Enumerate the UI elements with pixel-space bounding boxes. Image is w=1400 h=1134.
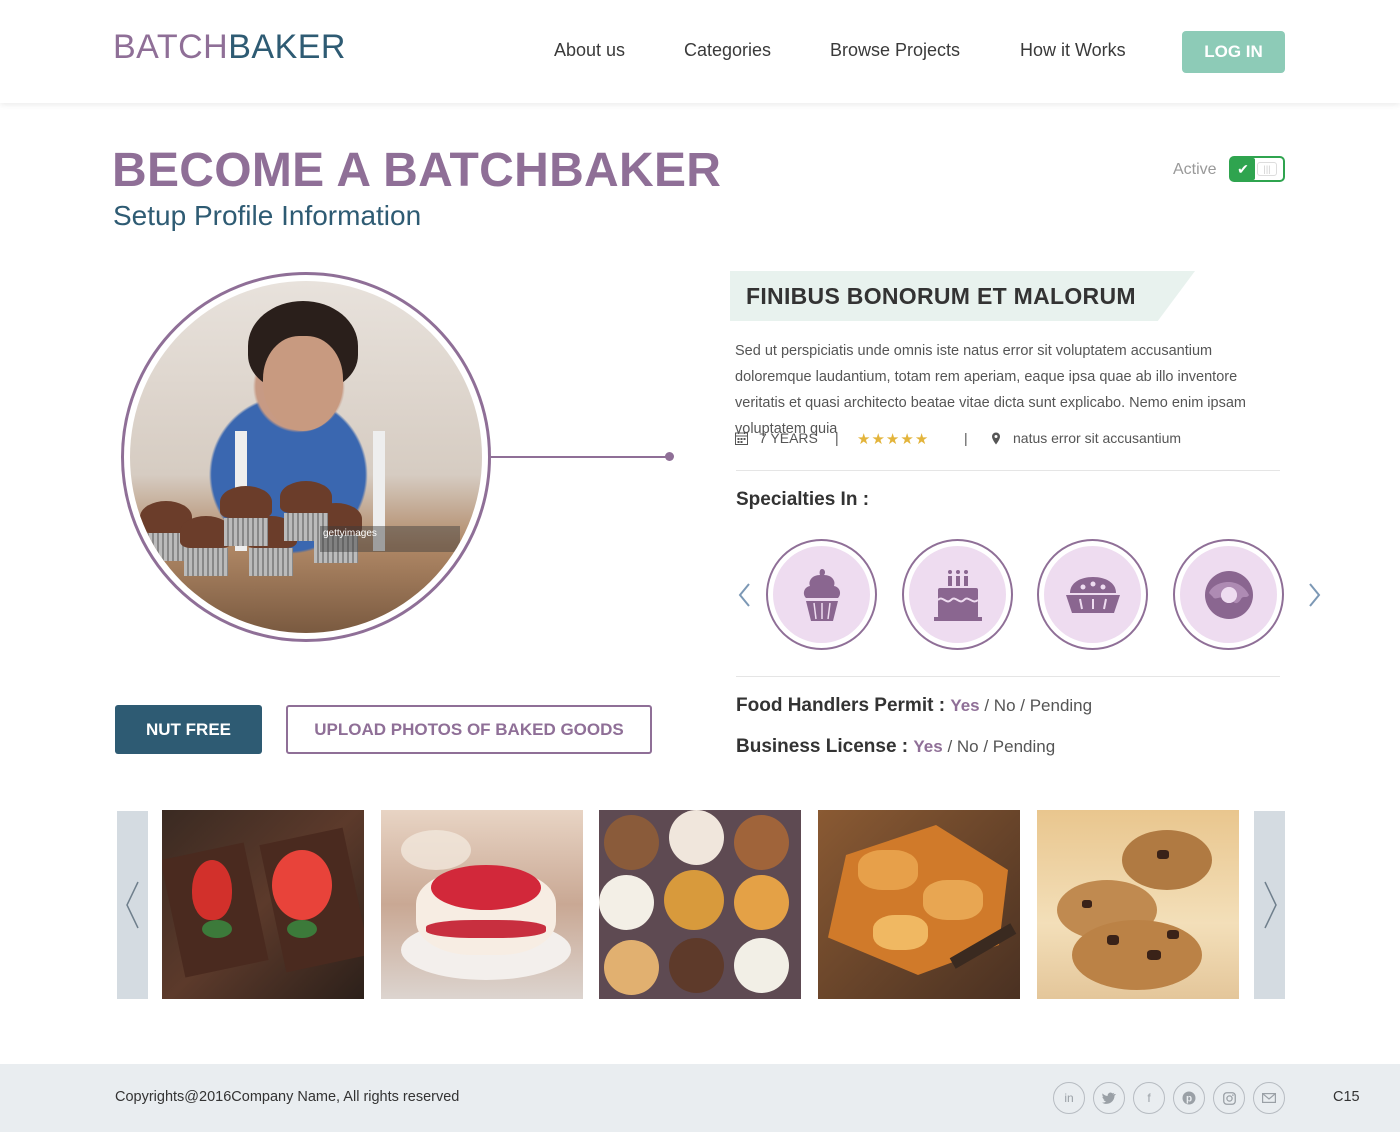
connector-dot <box>665 452 674 461</box>
toggle-grip-icon: ||| <box>1257 162 1277 176</box>
permit-label: Food Handlers Permit : <box>736 695 946 716</box>
facebook-icon[interactable]: f <box>1133 1082 1165 1114</box>
email-icon[interactable] <box>1253 1082 1285 1114</box>
divider <box>736 676 1280 677</box>
profile-photo[interactable]: gettyimages <box>130 281 482 633</box>
login-button[interactable]: LOG IN <box>1182 31 1285 73</box>
upload-photos-button[interactable]: UPLOAD PHOTOS OF BAKED GOODS <box>286 705 652 754</box>
specialty-pie[interactable] <box>1037 539 1148 650</box>
license-other-options[interactable]: / No / Pending <box>943 737 1055 756</box>
cupcake-icon <box>773 546 870 643</box>
location-pin-icon <box>991 432 1001 448</box>
logo[interactable]: BATCHBAKER <box>113 28 346 67</box>
star-icon: ★ <box>914 431 929 448</box>
permit-yes-option[interactable]: Yes <box>950 696 979 715</box>
twitter-icon[interactable] <box>1093 1082 1125 1114</box>
meta-separator: | <box>964 430 968 446</box>
page-subtitle: Setup Profile Information <box>113 200 422 231</box>
birthday-cake-icon <box>909 546 1006 643</box>
active-toggle[interactable]: ✔ ||| <box>1229 156 1285 182</box>
specialty-cupcake[interactable] <box>766 539 877 650</box>
site-header: BATCHBAKER About us Categories Browse Pr… <box>0 0 1400 103</box>
business-license: Business License : Yes / No / Pending <box>736 736 1055 758</box>
location-text: natus error sit accusantium <box>1013 430 1182 446</box>
rating-stars: ★★★★★ <box>857 430 929 448</box>
gallery-photo-strawberry-brownies[interactable] <box>162 810 364 999</box>
star-icon: ★ <box>900 431 914 448</box>
specialties-prev-arrow[interactable] <box>736 580 754 610</box>
page-title: BECOME A BATCHBAKER <box>112 144 722 197</box>
photo-cupcake <box>220 486 272 546</box>
logo-part-batch: BATCH <box>113 28 229 66</box>
check-icon: ✔ <box>1231 158 1255 180</box>
svg-text:p: p <box>1186 1094 1192 1105</box>
food-handlers-permit: Food Handlers Permit : Yes / No / Pendin… <box>736 695 1092 717</box>
site-footer: Copyrights@2016Company Name, All rights … <box>0 1064 1400 1132</box>
gallery-prev-arrow[interactable] <box>117 811 148 999</box>
nav-how-it-works[interactable]: How it Works <box>1020 40 1126 61</box>
star-icon: ★ <box>871 431 885 448</box>
copyright-text: Copyrights@2016Company Name, All rights … <box>115 1089 460 1105</box>
gallery-photo-chocolate-chip-cookies[interactable] <box>1037 810 1239 999</box>
nut-free-button[interactable]: NUT FREE <box>115 705 262 754</box>
connector-line <box>491 456 667 458</box>
instagram-icon[interactable] <box>1213 1082 1245 1114</box>
status-label: Active <box>1173 161 1217 178</box>
meta-separator: | <box>835 430 839 446</box>
specialty-birthday-cake[interactable] <box>902 539 1013 650</box>
section-title: FINIBUS BONORUM ET MALORUM <box>746 283 1136 309</box>
star-icon: ★ <box>885 431 900 448</box>
linkedin-icon[interactable]: in <box>1053 1082 1085 1114</box>
experience-years: 7 YEARS <box>759 430 818 446</box>
specialty-donut[interactable] <box>1173 539 1284 650</box>
gallery-photo-berry-pavlova[interactable] <box>381 810 583 999</box>
pinterest-icon[interactable]: p <box>1173 1082 1205 1114</box>
specialties-heading: Specialties In : <box>736 489 870 510</box>
gallery-photo-pastry-pie[interactable] <box>818 810 1020 999</box>
gallery-photo-decorated-cupcakes[interactable] <box>599 810 801 999</box>
specialties-next-arrow[interactable] <box>1305 580 1323 610</box>
photo-face <box>263 336 343 431</box>
license-label: Business License : <box>736 736 909 757</box>
logo-part-baker: BAKER <box>228 28 346 66</box>
page-code: C15 <box>1333 1089 1360 1105</box>
permit-other-options[interactable]: / No / Pending <box>980 696 1092 715</box>
star-icon: ★ <box>857 431 871 448</box>
donut-icon <box>1180 546 1277 643</box>
nav-categories[interactable]: Categories <box>684 40 771 61</box>
calendar-icon <box>735 431 748 448</box>
license-yes-option[interactable]: Yes <box>913 737 942 756</box>
nav-about-us[interactable]: About us <box>554 40 625 61</box>
gallery-next-arrow[interactable] <box>1254 811 1285 999</box>
profile-description: Sed ut perspiciatis unde omnis iste natu… <box>735 343 1246 437</box>
divider <box>736 470 1280 471</box>
pie-icon <box>1044 546 1141 643</box>
nav-browse-projects[interactable]: Browse Projects <box>830 40 960 61</box>
photo-watermark: gettyimages <box>323 528 377 539</box>
